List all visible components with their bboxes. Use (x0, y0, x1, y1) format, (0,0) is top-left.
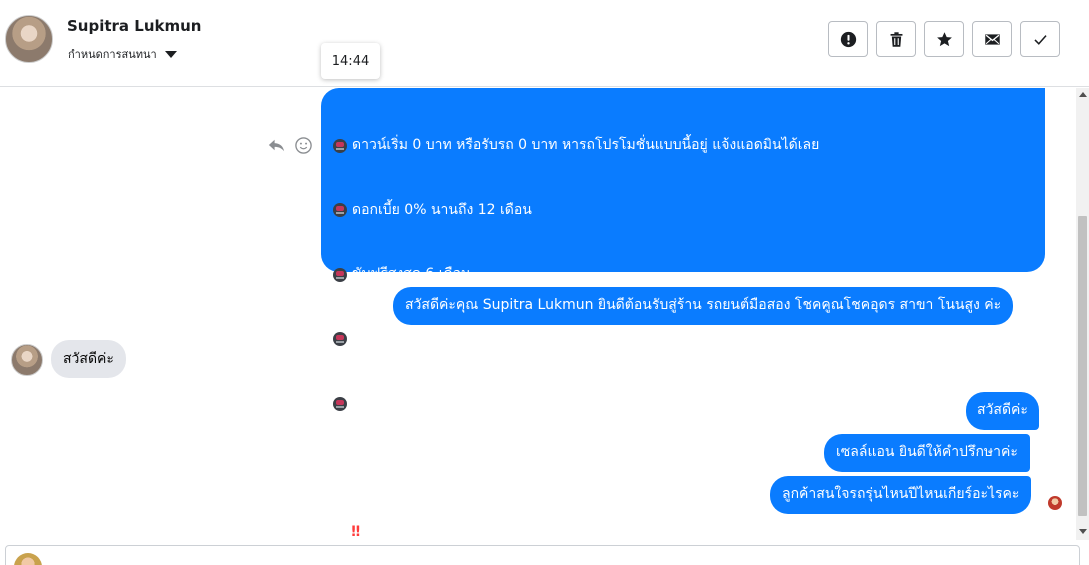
reply-icon[interactable] (267, 136, 286, 155)
promo-line: ขับฟรีสูงสุด 6 เดือน (333, 264, 1033, 286)
train-icon (333, 332, 347, 347)
promo-line-text: ขับฟรีสูงสุด 6 เดือน (352, 266, 471, 282)
promo-closing-prefix: ใช่ (333, 524, 350, 540)
trash-icon (890, 31, 902, 47)
double-exclamation-icon: !! (350, 524, 361, 540)
scroll-down-arrow-icon[interactable] (1079, 529, 1087, 534)
incoming-message-bubble[interactable]: สวัสดีค่ะ (51, 340, 126, 378)
promo-closing-text: ลูกค้าต้องได้รถที่ดี ถูกกว่า คุ้มกว่า แจ… (363, 524, 987, 540)
conversation-header: Supitra Lukmun กำหนดการสนทนา (0, 0, 1089, 87)
scroll-up-arrow-icon[interactable] (1079, 92, 1087, 97)
promo-line: เรามีรถที่คุณเลือกข้อเสนอเองได้ มากกว่า … (333, 393, 1033, 415)
inbox-conversation-view: Supitra Lukmun กำหนดการสนทนา 14:44 ดาวน์… (0, 0, 1089, 565)
mark-done-button[interactable] (1020, 21, 1060, 57)
exclamation-circle-icon (840, 31, 856, 47)
promo-line: ดาวน์เริ่ม 0 บาท หรือรับรถ 0 บาท หารถโปร… (333, 135, 1033, 157)
assign-conversation-dropdown[interactable]: กำหนดการสนทนา (68, 45, 177, 63)
outgoing-message-bubble[interactable]: ลูกค้าสนใจรถรุ่นไหนปีไหนเกียร์อะไรคะ (770, 476, 1032, 514)
star-button[interactable] (924, 21, 964, 57)
caret-down-icon (164, 50, 177, 58)
promo-line-text: ดาวน์เริ่ม 0 บาท หรือรับรถ 0 บาท หารถโปร… (352, 137, 820, 153)
outgoing-greeting-bubble[interactable]: สวัสดีค่ะคุณ Supitra Lukmun ยินดีต้อนรับ… (393, 287, 1014, 325)
contact-name[interactable]: Supitra Lukmun (67, 17, 201, 35)
message-thread[interactable]: ดาวน์เริ่ม 0 บาท หรือรับรถ 0 บาท หารถโปร… (0, 88, 1076, 540)
seen-by-avatar (1048, 496, 1062, 510)
message-actions (267, 136, 313, 155)
mark-unread-button[interactable] (972, 21, 1012, 57)
page-avatar (14, 553, 42, 565)
timestamp-tooltip: 14:44 (321, 43, 380, 79)
check-icon (1033, 34, 1047, 45)
star-icon (936, 31, 952, 46)
contact-avatar-small (11, 344, 43, 376)
train-icon (333, 203, 347, 218)
conversation-toolbar (828, 21, 1060, 57)
thread-scrollbar[interactable] (1076, 88, 1089, 540)
report-button[interactable] (828, 21, 868, 57)
outgoing-message-bubble[interactable]: เซลล์แอน ยินดีให้คำปรึกษาค่ะ (824, 434, 1030, 472)
delete-button[interactable] (876, 21, 916, 57)
contact-avatar[interactable] (5, 15, 53, 63)
scroll-thumb[interactable] (1078, 216, 1087, 516)
assign-conversation-label: กำหนดการสนทนา (68, 48, 157, 61)
emoji-react-icon[interactable] (294, 136, 313, 155)
train-icon (333, 267, 347, 282)
promo-line-text: ดอกเบี้ย 0% นานถึง 12 เดือน (352, 201, 532, 218)
promo-line: ดอกเบี้ย 0% นานถึง 12 เดือน (333, 200, 1033, 222)
train-icon (333, 396, 347, 411)
envelope-icon (984, 33, 1000, 45)
promo-line-text: ออกได้ทั่วไทย จัดได้ทุกอาชีพ ส่งรถให้ถึง… (352, 330, 620, 347)
promo-message-bubble[interactable]: ดาวน์เริ่ม 0 บาท หรือรับรถ 0 บาท หารถโปร… (321, 88, 1045, 540)
promo-closing: ใช่!! ลูกค้าต้องได้รถที่ดี ถูกกว่า คุ้มกว… (333, 522, 1033, 544)
outgoing-message-bubble[interactable]: สวัสดีค่ะ (966, 392, 1039, 430)
message-composer[interactable] (5, 545, 1080, 565)
promo-line-text: เรามีรถที่คุณเลือกข้อเสนอเองได้ มากกว่า … (352, 395, 793, 411)
promo-line: ออกได้ทั่วไทย จัดได้ทุกอาชีพ ส่งรถให้ถึง… (333, 329, 1033, 351)
train-icon (333, 138, 347, 153)
